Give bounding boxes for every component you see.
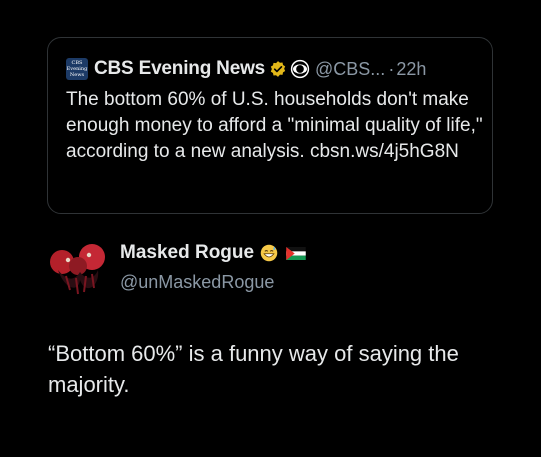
quoted-tweet-text: The bottom 60% of U.S. households don't … (66, 89, 483, 162)
user-avatar[interactable] (48, 240, 108, 298)
grinning-face-sweat-icon (260, 244, 278, 262)
tweet-timestamp[interactable]: 22h (396, 59, 426, 80)
quoted-tweet-card[interactable]: CBS Evening News CBS Evening News @CBS..… (47, 37, 493, 214)
cbs-eye-icon (290, 59, 310, 79)
reply-tweet-text: “Bottom 60%” is a funny way of saying th… (48, 341, 459, 397)
verified-gold-icon (270, 61, 286, 77)
reply-author-handle[interactable]: @unMaskedRogue (120, 272, 274, 293)
reply-author-name[interactable]: Masked Rogue (120, 242, 254, 264)
avatar-text-line-3: News (69, 72, 85, 78)
palestine-flag-icon (286, 246, 306, 260)
quoted-author-handle[interactable]: @CBS... (315, 59, 385, 80)
cbs-news-avatar[interactable]: CBS Evening News (66, 58, 88, 80)
separator-dot: · (388, 58, 395, 79)
quoted-tweet-header: CBS Evening News CBS Evening News @CBS..… (66, 56, 476, 82)
quoted-author-name[interactable]: CBS Evening News (94, 58, 265, 80)
reply-author-row: Masked Rogue (120, 242, 306, 264)
